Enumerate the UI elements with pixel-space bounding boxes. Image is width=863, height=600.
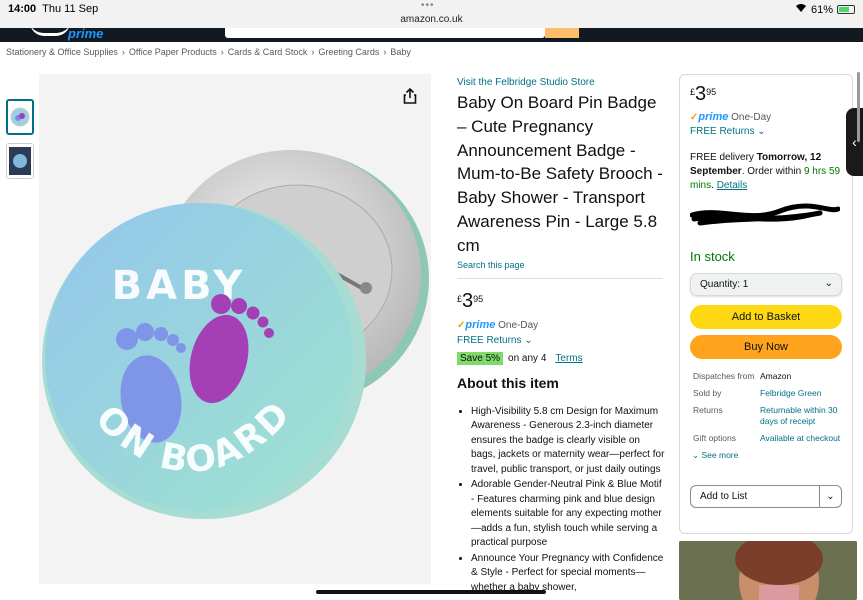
battery-percent: 61% xyxy=(810,3,833,16)
search-this-page-link[interactable]: Search this page xyxy=(457,260,667,270)
buy-now-button[interactable]: Buy Now xyxy=(690,335,842,359)
chevron-down-icon: ⌄ xyxy=(692,450,700,460)
breadcrumb-item[interactable]: Stationery & Office Supplies xyxy=(6,47,118,57)
table-row: Gift options Available at checkout xyxy=(690,433,842,450)
details-link[interactable]: Details xyxy=(717,180,748,191)
prime-logo[interactable]: prime xyxy=(68,28,103,40)
table-row: Returns Returnable within 30 days of rece… xyxy=(690,405,842,433)
gift-options-link[interactable]: Available at checkout xyxy=(760,433,842,450)
amazon-logo-icon[interactable] xyxy=(30,28,70,36)
list-item: Adorable Gender-Neutral Pink & Blue Moti… xyxy=(471,478,667,551)
product-details-column: Visit the Felbridge Studio Store Baby On… xyxy=(457,77,667,596)
breadcrumb-item[interactable]: Baby xyxy=(390,47,411,57)
product-title: Baby On Board Pin Badge – Cute Pregnancy… xyxy=(457,93,663,255)
delivery-info: FREE delivery Tomorrow, 12 September. Or… xyxy=(690,152,841,191)
feature-bullets: High-Visibility 5.8 cm Design for Maximu… xyxy=(457,405,667,596)
main-product-image[interactable]: BABY ON BOARD xyxy=(39,74,431,584)
side-panel-handle-icon[interactable]: ‹ xyxy=(846,108,863,176)
buybox-price: £3 95 xyxy=(690,83,717,105)
breadcrumb-item[interactable]: Greeting Cards xyxy=(318,47,379,57)
promo-image[interactable] xyxy=(679,541,857,600)
multitask-dots-icon[interactable]: ••• xyxy=(421,0,435,11)
home-indicator[interactable] xyxy=(316,590,546,594)
search-input[interactable] xyxy=(225,28,545,38)
divider xyxy=(457,277,663,279)
table-row: Dispatches from Amazon xyxy=(693,371,792,381)
search-button[interactable] xyxy=(545,28,579,38)
stock-status: In stock xyxy=(690,249,735,264)
buy-box: £3 95 ✓prime One-Day FREE Returns ⌄ FREE … xyxy=(679,74,853,534)
prime-delivery: ✓prime One-Day xyxy=(457,318,539,331)
chevron-down-icon: ⌄ xyxy=(524,334,533,346)
share-icon[interactable] xyxy=(403,87,417,109)
battery-icon xyxy=(837,5,855,14)
status-indicators: 61% xyxy=(795,3,855,16)
list-item: Announce Your Pregnancy with Confidence … xyxy=(471,552,667,596)
quantity-select[interactable]: Quantity: 1 ⌄ xyxy=(690,273,842,296)
breadcrumb-item[interactable]: Cards & Card Stock xyxy=(228,47,308,57)
add-to-basket-button[interactable]: Add to Basket xyxy=(690,305,842,329)
scrollbar[interactable] xyxy=(857,72,860,142)
status-bar: 14:00 Thu 11 Sep ••• amazon.co.uk 61% xyxy=(0,0,863,28)
thumbnail-2[interactable] xyxy=(6,143,34,179)
wifi-icon xyxy=(795,3,807,16)
see-more-link[interactable]: ⌄ See more xyxy=(690,450,842,461)
about-heading: About this item xyxy=(457,374,559,391)
buybox-free-returns-link[interactable]: FREE Returns ⌄ xyxy=(690,126,842,137)
seller-link[interactable]: Felbridge Green xyxy=(760,388,842,405)
product-price: £3 95 xyxy=(457,289,484,312)
list-item: High-Visibility 5.8 cm Design for Maximu… xyxy=(471,405,667,478)
free-returns-link[interactable]: FREE Returns ⌄ xyxy=(457,335,667,346)
add-to-list-dropdown[interactable]: ⌄ xyxy=(819,486,841,507)
table-row: Sold by Felbridge Green xyxy=(690,388,842,405)
save-badge: Save 5% xyxy=(457,351,504,365)
returns-link[interactable]: Returnable within 30 days of receipt xyxy=(760,405,842,433)
chevron-down-icon: ⌄ xyxy=(824,278,833,289)
thumbnail-1[interactable] xyxy=(6,99,34,135)
terms-link[interactable]: Terms xyxy=(555,353,582,364)
address-bar-url[interactable]: amazon.co.uk xyxy=(0,14,863,25)
image-thumbnails xyxy=(6,99,34,187)
breadcrumb: Stationery & Office Supplies › Office Pape… xyxy=(6,47,411,57)
buybox-prime-delivery: ✓prime One-Day xyxy=(690,111,772,123)
save-text: on any 4 xyxy=(508,352,547,364)
save-offer: Save 5% on any 4 Terms xyxy=(457,351,667,365)
redacted-scribble xyxy=(689,203,842,229)
amazon-header: prime xyxy=(0,28,863,42)
store-link[interactable]: Visit the Felbridge Studio Store xyxy=(457,77,667,88)
chevron-down-icon: ⌄ xyxy=(757,126,766,137)
seller-info-table: Dispatches from Amazon Sold by Felbridge G… xyxy=(690,371,842,450)
breadcrumb-item[interactable]: Office Paper Products xyxy=(129,47,217,57)
add-to-list-button[interactable]: Add to List ⌄ xyxy=(690,485,842,508)
